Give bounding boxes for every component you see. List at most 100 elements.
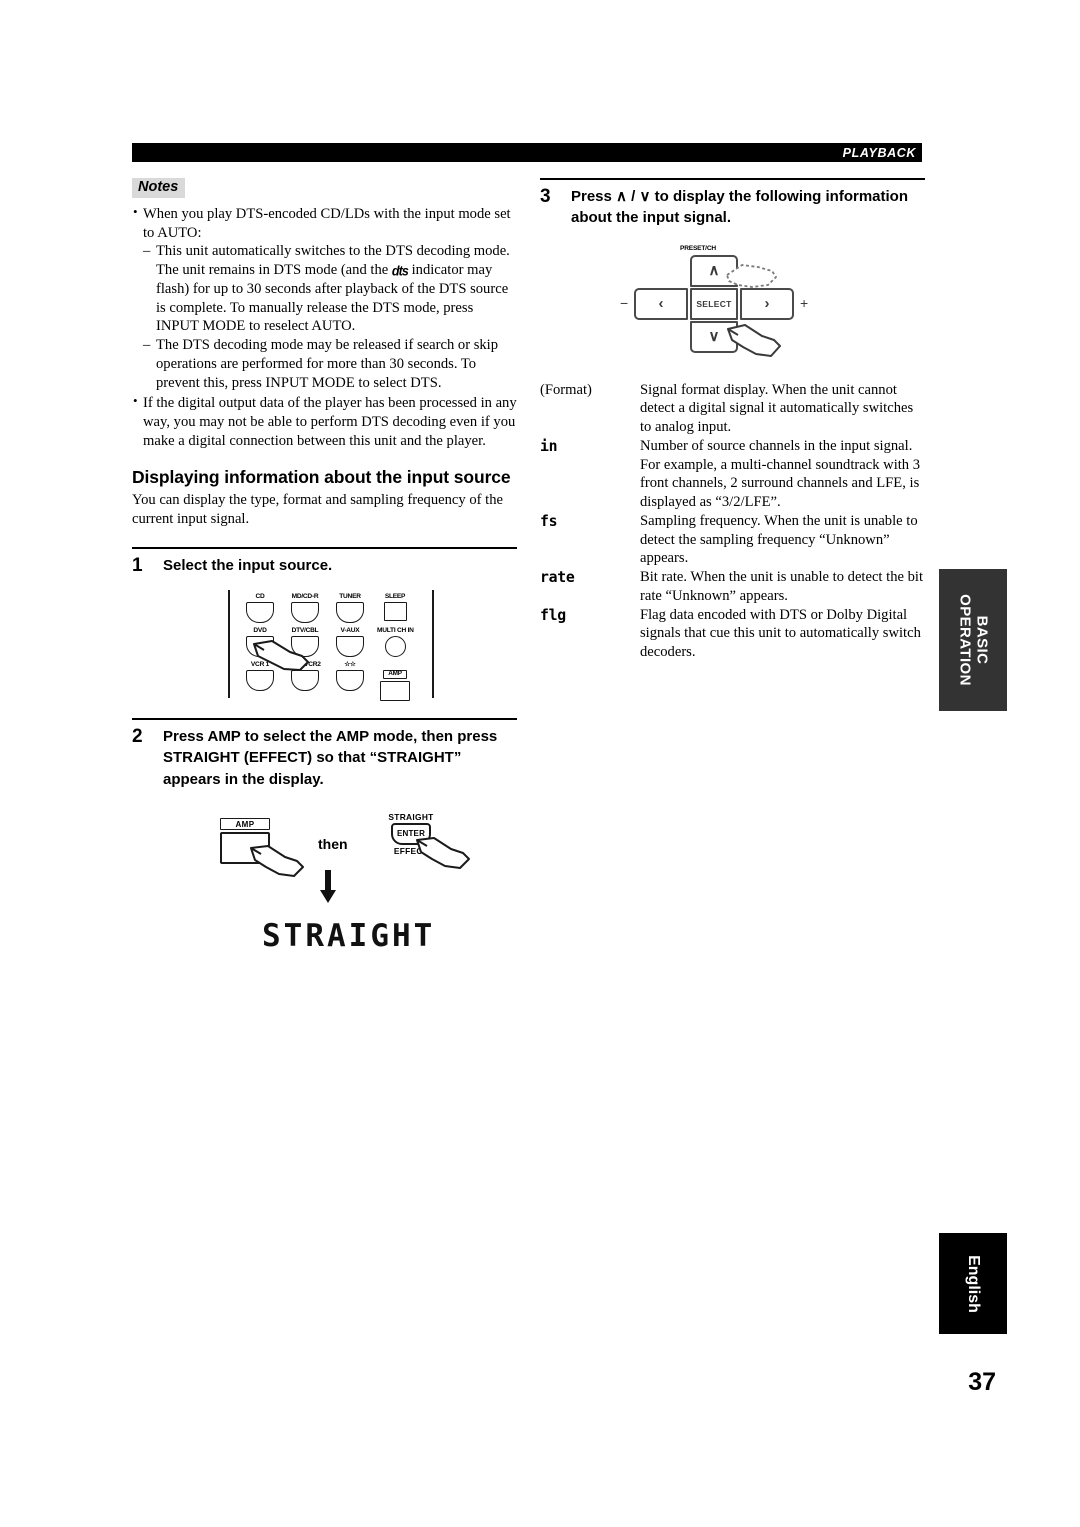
step-text: Press ∧ / ∨ to display the following inf…: [571, 188, 908, 227]
amp-button-figure[interactable]: AMP: [220, 818, 270, 864]
button-shape: [291, 602, 319, 624]
chevron-down-icon: ∨: [708, 327, 720, 345]
button-shape: [380, 680, 410, 701]
bullet-icon: •: [133, 203, 138, 219]
select-button-label: SELECT: [696, 298, 732, 309]
notes-list: • When you play DTS-encoded CD/LDs with …: [132, 203, 517, 451]
step-text: Press AMP to select the AMP mode, then p…: [163, 728, 498, 788]
remote-row: CD MD/CD-R TUNER SLEEP: [242, 593, 422, 624]
section-intro-text: You can display the type, format and sam…: [132, 492, 503, 528]
left-column: Notes • When you play DTS-encoded CD/LDs…: [132, 178, 517, 954]
button-label: DVD: [253, 627, 267, 635]
remote-button-star[interactable]: ☆☆: [332, 662, 368, 700]
remote-button-tuner[interactable]: TUNER: [332, 593, 368, 624]
remote-row: VCR 1 DVR/VCR2 ☆☆ AMP: [242, 662, 422, 701]
step-number: 3: [540, 186, 551, 207]
dash-icon: –: [143, 337, 151, 354]
minus-sign-label: −: [620, 294, 629, 311]
amp-button-shape: [220, 831, 270, 864]
button-shape: [246, 636, 274, 658]
remote-button-dvd[interactable]: DVD: [242, 627, 278, 658]
amp-cap-label: AMP: [220, 818, 270, 831]
lcd-display-readout: STRAIGHT: [262, 918, 436, 955]
effect-label: EFFECT: [393, 846, 429, 857]
plus-sign-label: +: [800, 294, 809, 311]
definition-term: fs: [540, 512, 558, 530]
button-shape: [246, 602, 274, 624]
definition-term: rate: [540, 569, 575, 587]
button-label: TUNER: [339, 593, 361, 601]
button-label: AMP: [383, 669, 407, 680]
enter-button-shape: ENTER: [391, 823, 431, 846]
remote-row: DVD DTV/CBL V-AUX MULTI CH IN: [242, 627, 422, 658]
note-sub-item: – The DTS decoding mode may be released …: [143, 336, 517, 392]
page-header-bar: PLAYBACK: [132, 143, 922, 162]
step-divider: [132, 546, 517, 549]
button-shape: [291, 636, 319, 658]
step-1: 1 Select the input source.: [132, 555, 517, 576]
step-2: 2 Press AMP to select the AMP mode, then…: [132, 726, 517, 790]
button-label: V-AUX: [340, 627, 360, 635]
section-label: PLAYBACK: [842, 145, 916, 160]
cursor-right-button[interactable]: ›: [740, 287, 794, 320]
side-tab-label: English: [965, 1254, 982, 1313]
note-item: • If the digital output data of the play…: [132, 393, 517, 450]
cursor-down-button[interactable]: ∨: [690, 320, 738, 353]
remote-button-md-cdr[interactable]: MD/CD-R: [287, 594, 323, 624]
definition-term: flg: [540, 606, 566, 624]
definition-row: in Number of source channels in the inpu…: [540, 437, 925, 512]
button-label: SLEEP: [384, 593, 406, 601]
button-shape: [336, 602, 364, 624]
definition-description: Bit rate. When the unit is unable to det…: [640, 569, 924, 604]
remote-button-vcr1[interactable]: VCR 1: [242, 662, 278, 700]
button-label: VCR 1: [250, 661, 270, 669]
definition-description: Sampling frequency. When the unit is una…: [640, 512, 918, 567]
definition-row: flg Flag data encoded with DTS or Dolby …: [540, 606, 925, 662]
amp-straight-figure: AMP then STRAIGHT ENTER EFFECT: [132, 812, 517, 904]
remote-button-multi-ch-in[interactable]: MULTI CH IN: [377, 628, 414, 658]
definition-description: Number of source channels in the input s…: [640, 437, 921, 511]
cursor-up-button[interactable]: ∧: [690, 254, 738, 287]
definition-term: in: [540, 437, 558, 455]
note-sub-list: – This unit automatically switches to th…: [143, 242, 517, 392]
remote-button-amp[interactable]: AMP: [377, 662, 413, 701]
definition-description: Flag data encoded with DTS or Dolby Digi…: [640, 606, 921, 661]
button-label: ☆☆: [344, 661, 356, 669]
section-heading: Displaying information about the input s…: [132, 466, 511, 487]
page-number: 37: [968, 1368, 996, 1396]
preset-ch-label: PRESET/CH: [680, 244, 716, 252]
straight-button-figure[interactable]: STRAIGHT ENTER EFFECT: [376, 812, 446, 856]
remote-button-dvr-vcr2[interactable]: DVR/VCR2: [287, 662, 323, 700]
remote-button-v-aux[interactable]: V-AUX: [332, 627, 368, 658]
step-3: 3 Press ∧ / ∨ to display the following i…: [540, 186, 925, 229]
note-text: If the digital output data of the player…: [143, 395, 517, 449]
definition-term: (Format): [540, 381, 592, 398]
dts-logo-icon: dts: [391, 263, 409, 280]
remote-edge-left: [228, 590, 230, 699]
button-shape: [383, 602, 407, 622]
side-tab-label: BASIC OPERATION: [957, 594, 991, 686]
cursor-left-button[interactable]: ‹: [634, 287, 688, 320]
down-arrow-icon: [320, 870, 336, 904]
side-tab-label-line1: BASIC: [973, 615, 991, 665]
note-sub-item: – This unit automatically switches to th…: [143, 242, 517, 336]
remote-button-sleep[interactable]: SLEEP: [377, 594, 413, 623]
button-shape: [336, 670, 364, 692]
step-text: Select the input source.: [163, 556, 333, 574]
remote-button-dtv-cbl[interactable]: DTV/CBL: [287, 628, 323, 658]
straight-label: STRAIGHT: [388, 812, 434, 823]
note-item: • When you play DTS-encoded CD/LDs with …: [132, 203, 517, 393]
then-label: then: [318, 836, 348, 853]
side-tab-label-line2: OPERATION: [957, 594, 974, 686]
button-shape: [246, 670, 274, 692]
side-tab-basic-operation: BASIC OPERATION: [939, 569, 1007, 711]
definition-row: (Format) Signal format display. When the…: [540, 381, 925, 437]
remote-button-cd[interactable]: CD: [242, 593, 278, 624]
notes-title: Notes: [132, 178, 186, 198]
select-button[interactable]: SELECT: [690, 287, 738, 320]
step-divider: [132, 718, 517, 721]
button-label: CD: [255, 593, 265, 601]
remote-keypad-figure: CD MD/CD-R TUNER SLEEP DVD DTV/CBL V-AUX…: [228, 590, 434, 701]
right-column: 3 Press ∧ / ∨ to display the following i…: [540, 178, 925, 662]
button-shape: [291, 670, 319, 692]
